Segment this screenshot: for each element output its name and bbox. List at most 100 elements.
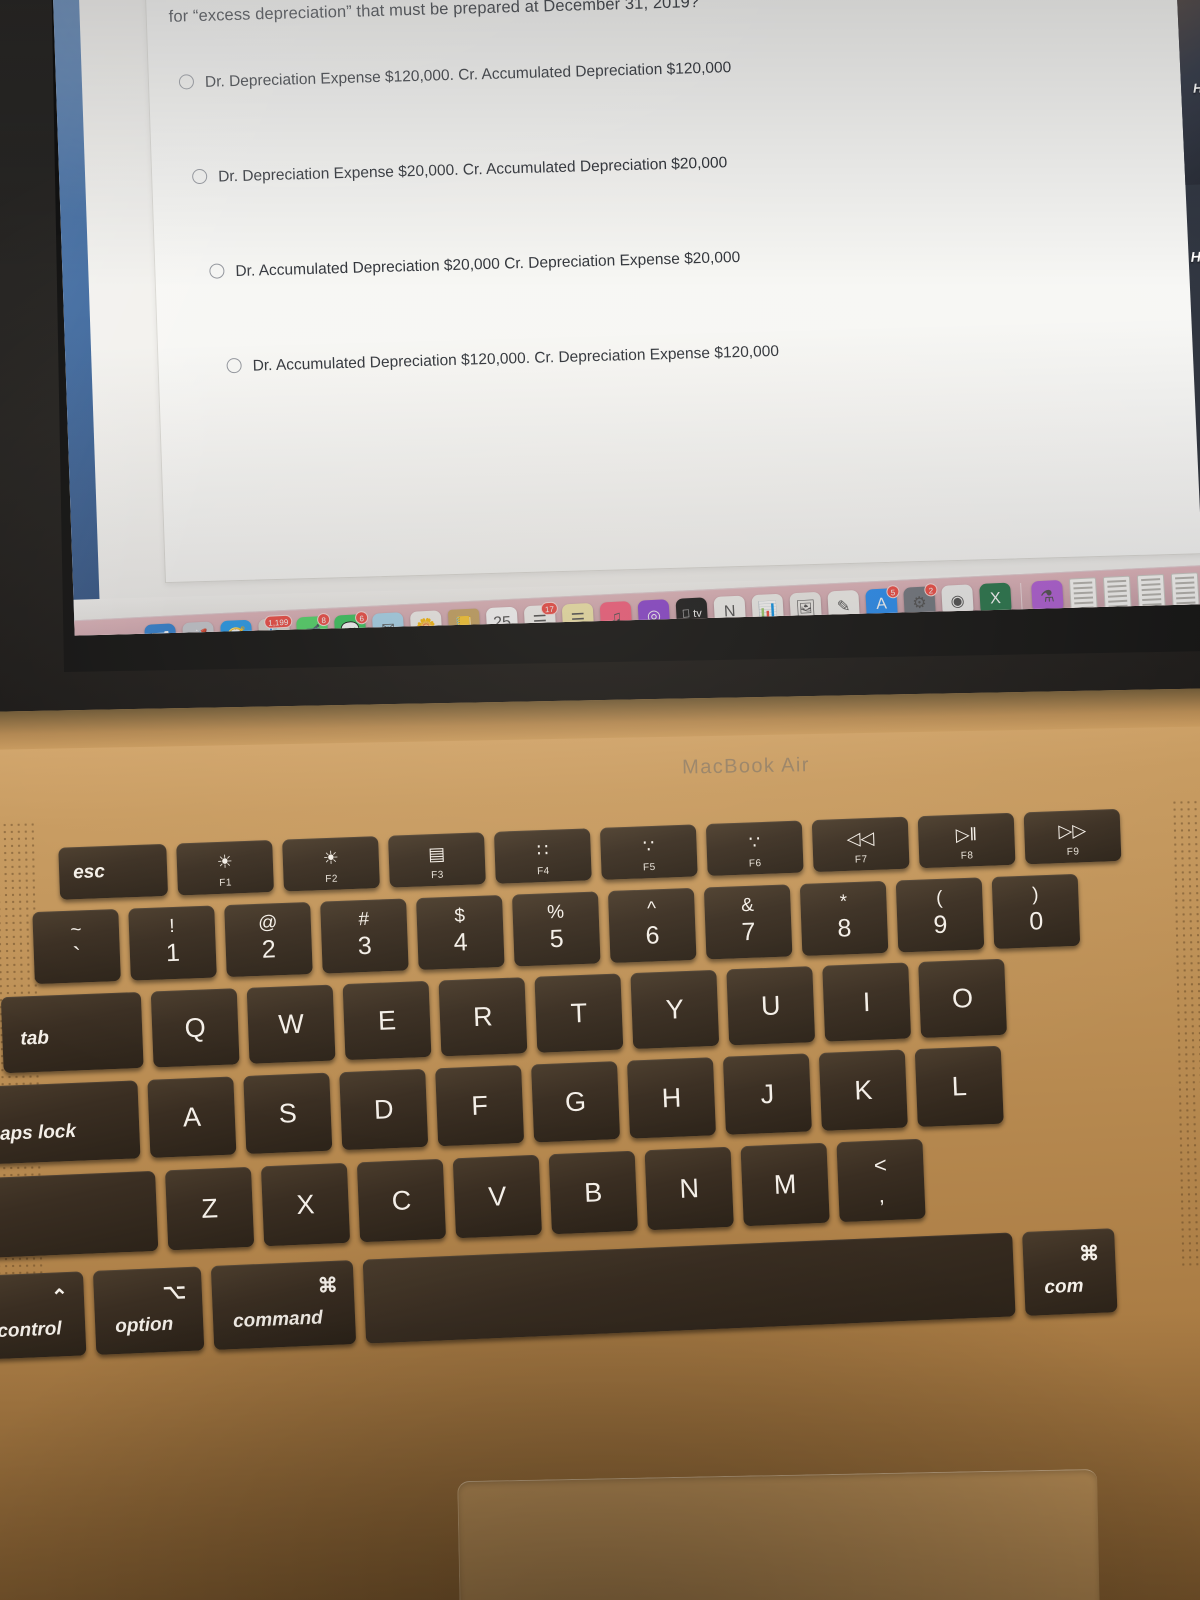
calendar-icon[interactable]: 25 [485, 606, 519, 636]
key-f4-launchpad[interactable]: ∷ F4 [493, 828, 592, 884]
key-u[interactable]: U [726, 966, 816, 1046]
key-space[interactable] [362, 1232, 1016, 1344]
key-s[interactable]: S [243, 1072, 333, 1155]
key-n[interactable]: N [644, 1146, 734, 1231]
key-3-label: 3 [357, 931, 373, 961]
numbers-icon[interactable]: 📊 [751, 593, 785, 627]
key-k-label: K [853, 1074, 873, 1106]
radio-button-icon[interactable] [178, 74, 195, 90]
radio-button-icon[interactable] [191, 168, 208, 185]
key-control[interactable]: ⌃ control [0, 1271, 87, 1360]
key-h-label: H [661, 1082, 682, 1113]
answer-options-group[interactable]: Dr. Depreciation Expense $120,000. Cr. A… [171, 46, 1194, 454]
key-f3-mission-control[interactable]: ▤ F3 [388, 832, 486, 888]
key-y[interactable]: Y [630, 969, 720, 1050]
key-4[interactable]: $4 [416, 894, 505, 971]
key-h[interactable]: H [626, 1057, 717, 1139]
key-8[interactable]: * 8 [799, 880, 889, 956]
mail-icon[interactable]: ✉ [371, 612, 405, 636]
key-7[interactable]: & 7 [703, 884, 793, 960]
facetime-icon[interactable]: 📹 8 [296, 612, 331, 636]
key-z[interactable]: Z [164, 1166, 255, 1251]
dock-minimized-document[interactable] [1102, 575, 1132, 610]
safari-icon[interactable]: 🧭 [220, 619, 253, 636]
key-a[interactable]: A [147, 1076, 237, 1158]
key-caps-lock[interactable]: caps lock [0, 1080, 141, 1166]
key-f6-keyboard-brightness-up[interactable]: ∵ F6 [705, 820, 804, 877]
key-r[interactable]: R [438, 977, 528, 1057]
key-d[interactable]: D [339, 1068, 429, 1151]
key-5[interactable]: % 5 [511, 891, 601, 967]
question-text: Reynolds buys building (10 year useful l… [168, 0, 1189, 34]
key-g-label: G [564, 1085, 587, 1117]
radio-button-icon[interactable] [226, 357, 242, 374]
dock-minimized-document[interactable] [1068, 577, 1098, 612]
key-w[interactable]: W [246, 984, 336, 1064]
finder-icon[interactable]: 🗂 [144, 623, 177, 636]
key-o-label: O [951, 982, 974, 1014]
key-0[interactable]: ) 0 [991, 873, 1081, 949]
key-esc[interactable]: esc [58, 843, 169, 900]
key-l[interactable]: L [914, 1045, 1004, 1128]
launchpad-icon[interactable]: 🚀 [182, 621, 215, 636]
key-option[interactable]: ⌥ option [92, 1266, 205, 1355]
key-j[interactable]: J [722, 1053, 812, 1135]
settings-icon[interactable]: ⚙ 2 [903, 583, 938, 619]
key-6[interactable]: ^ 6 [607, 887, 697, 964]
key-1[interactable]: ! 1 [128, 905, 217, 981]
key-f[interactable]: F [435, 1064, 525, 1147]
key-f8-play-pause[interactable]: ▷‖ F8 [917, 812, 1016, 869]
key-k[interactable]: K [818, 1049, 908, 1131]
key-comma-shift-label: < [873, 1152, 888, 1178]
key-comma[interactable]: <, [836, 1138, 926, 1223]
key-m[interactable]: M [740, 1142, 830, 1227]
key-2[interactable]: @2 [224, 901, 313, 978]
stickies-icon[interactable]: ☰ [561, 602, 595, 636]
news-icon[interactable]: N [713, 595, 747, 628]
dock-minimized-document[interactable] [1170, 572, 1200, 607]
key-f9-fast-forward[interactable]: ▷▷ F9 [1023, 808, 1122, 865]
safari-icon-glyph: 🧭 [226, 625, 247, 635]
flask-icon[interactable]: ⚗ [1031, 579, 1064, 613]
podcasts-icon[interactable]: ◎ [637, 599, 671, 632]
music-icon[interactable]: ♫ [599, 601, 633, 634]
photos-icon[interactable]: 🌼 [409, 610, 443, 636]
key-f5-keyboard-brightness-down[interactable]: ∵ F5 [599, 824, 698, 880]
key-v[interactable]: V [452, 1154, 543, 1239]
key-e[interactable]: E [342, 980, 432, 1061]
key-2-label: 2 [261, 935, 277, 964]
key-t[interactable]: T [534, 973, 624, 1053]
notes-book-icon[interactable]: 📒 [447, 608, 481, 636]
key-command-left[interactable]: ⌘ command [210, 1260, 357, 1350]
trackpad[interactable] [457, 1468, 1103, 1600]
key-o[interactable]: O [918, 958, 1008, 1039]
key-b[interactable]: B [548, 1150, 638, 1235]
key-g[interactable]: G [531, 1061, 621, 1143]
key-q[interactable]: Q [150, 988, 240, 1068]
reminders-icon[interactable]: ☰ 17 [523, 601, 559, 636]
appletv-icon[interactable]:  tv [675, 597, 709, 630]
key-f7-rewind[interactable]: ◁◁ F7 [811, 816, 910, 873]
key-3[interactable]: #3 [320, 898, 409, 974]
key-c[interactable]: C [356, 1158, 447, 1243]
key-i[interactable]: I [822, 962, 912, 1042]
key-x[interactable]: X [260, 1162, 351, 1247]
key-backtick[interactable]: ~ ` [32, 909, 121, 985]
key-shift-left[interactable]: shift [0, 1170, 159, 1261]
key-tab[interactable]: tab [0, 991, 144, 1074]
key-f2-brightness-up[interactable]: ☀ F2 [282, 836, 380, 892]
chrome-icon[interactable]: ◉ [941, 584, 974, 617]
excel-icon[interactable]: X [979, 582, 1012, 615]
keynote-icon[interactable]: 🖼 [789, 591, 823, 625]
radio-button-icon[interactable] [209, 263, 225, 279]
dock-minimized-document[interactable] [1136, 573, 1166, 609]
appstore-icon[interactable]: A5 [865, 584, 900, 621]
key-command-right[interactable]: ⌘ com [1022, 1228, 1118, 1316]
key-q-label: Q [184, 1011, 207, 1043]
key-f1-brightness-down[interactable]: ☀ F1 [176, 839, 275, 896]
keyboard[interactable]: esc ☀ F1 ☀ F2 ▤ F3 ∷ F4 ∵ F5 ∵ F6 ◁◁ F7 ▷‖ F8 ▷▷ F9 ~ `! 1 @2 #… [0, 687, 1200, 1600]
contacts-icon[interactable]: 📇 1,199 [258, 614, 293, 636]
key-9[interactable]: (9 [895, 877, 985, 953]
pages-icon[interactable]: ✎ [827, 589, 860, 623]
messages-icon[interactable]: 💬 6 [333, 610, 369, 636]
